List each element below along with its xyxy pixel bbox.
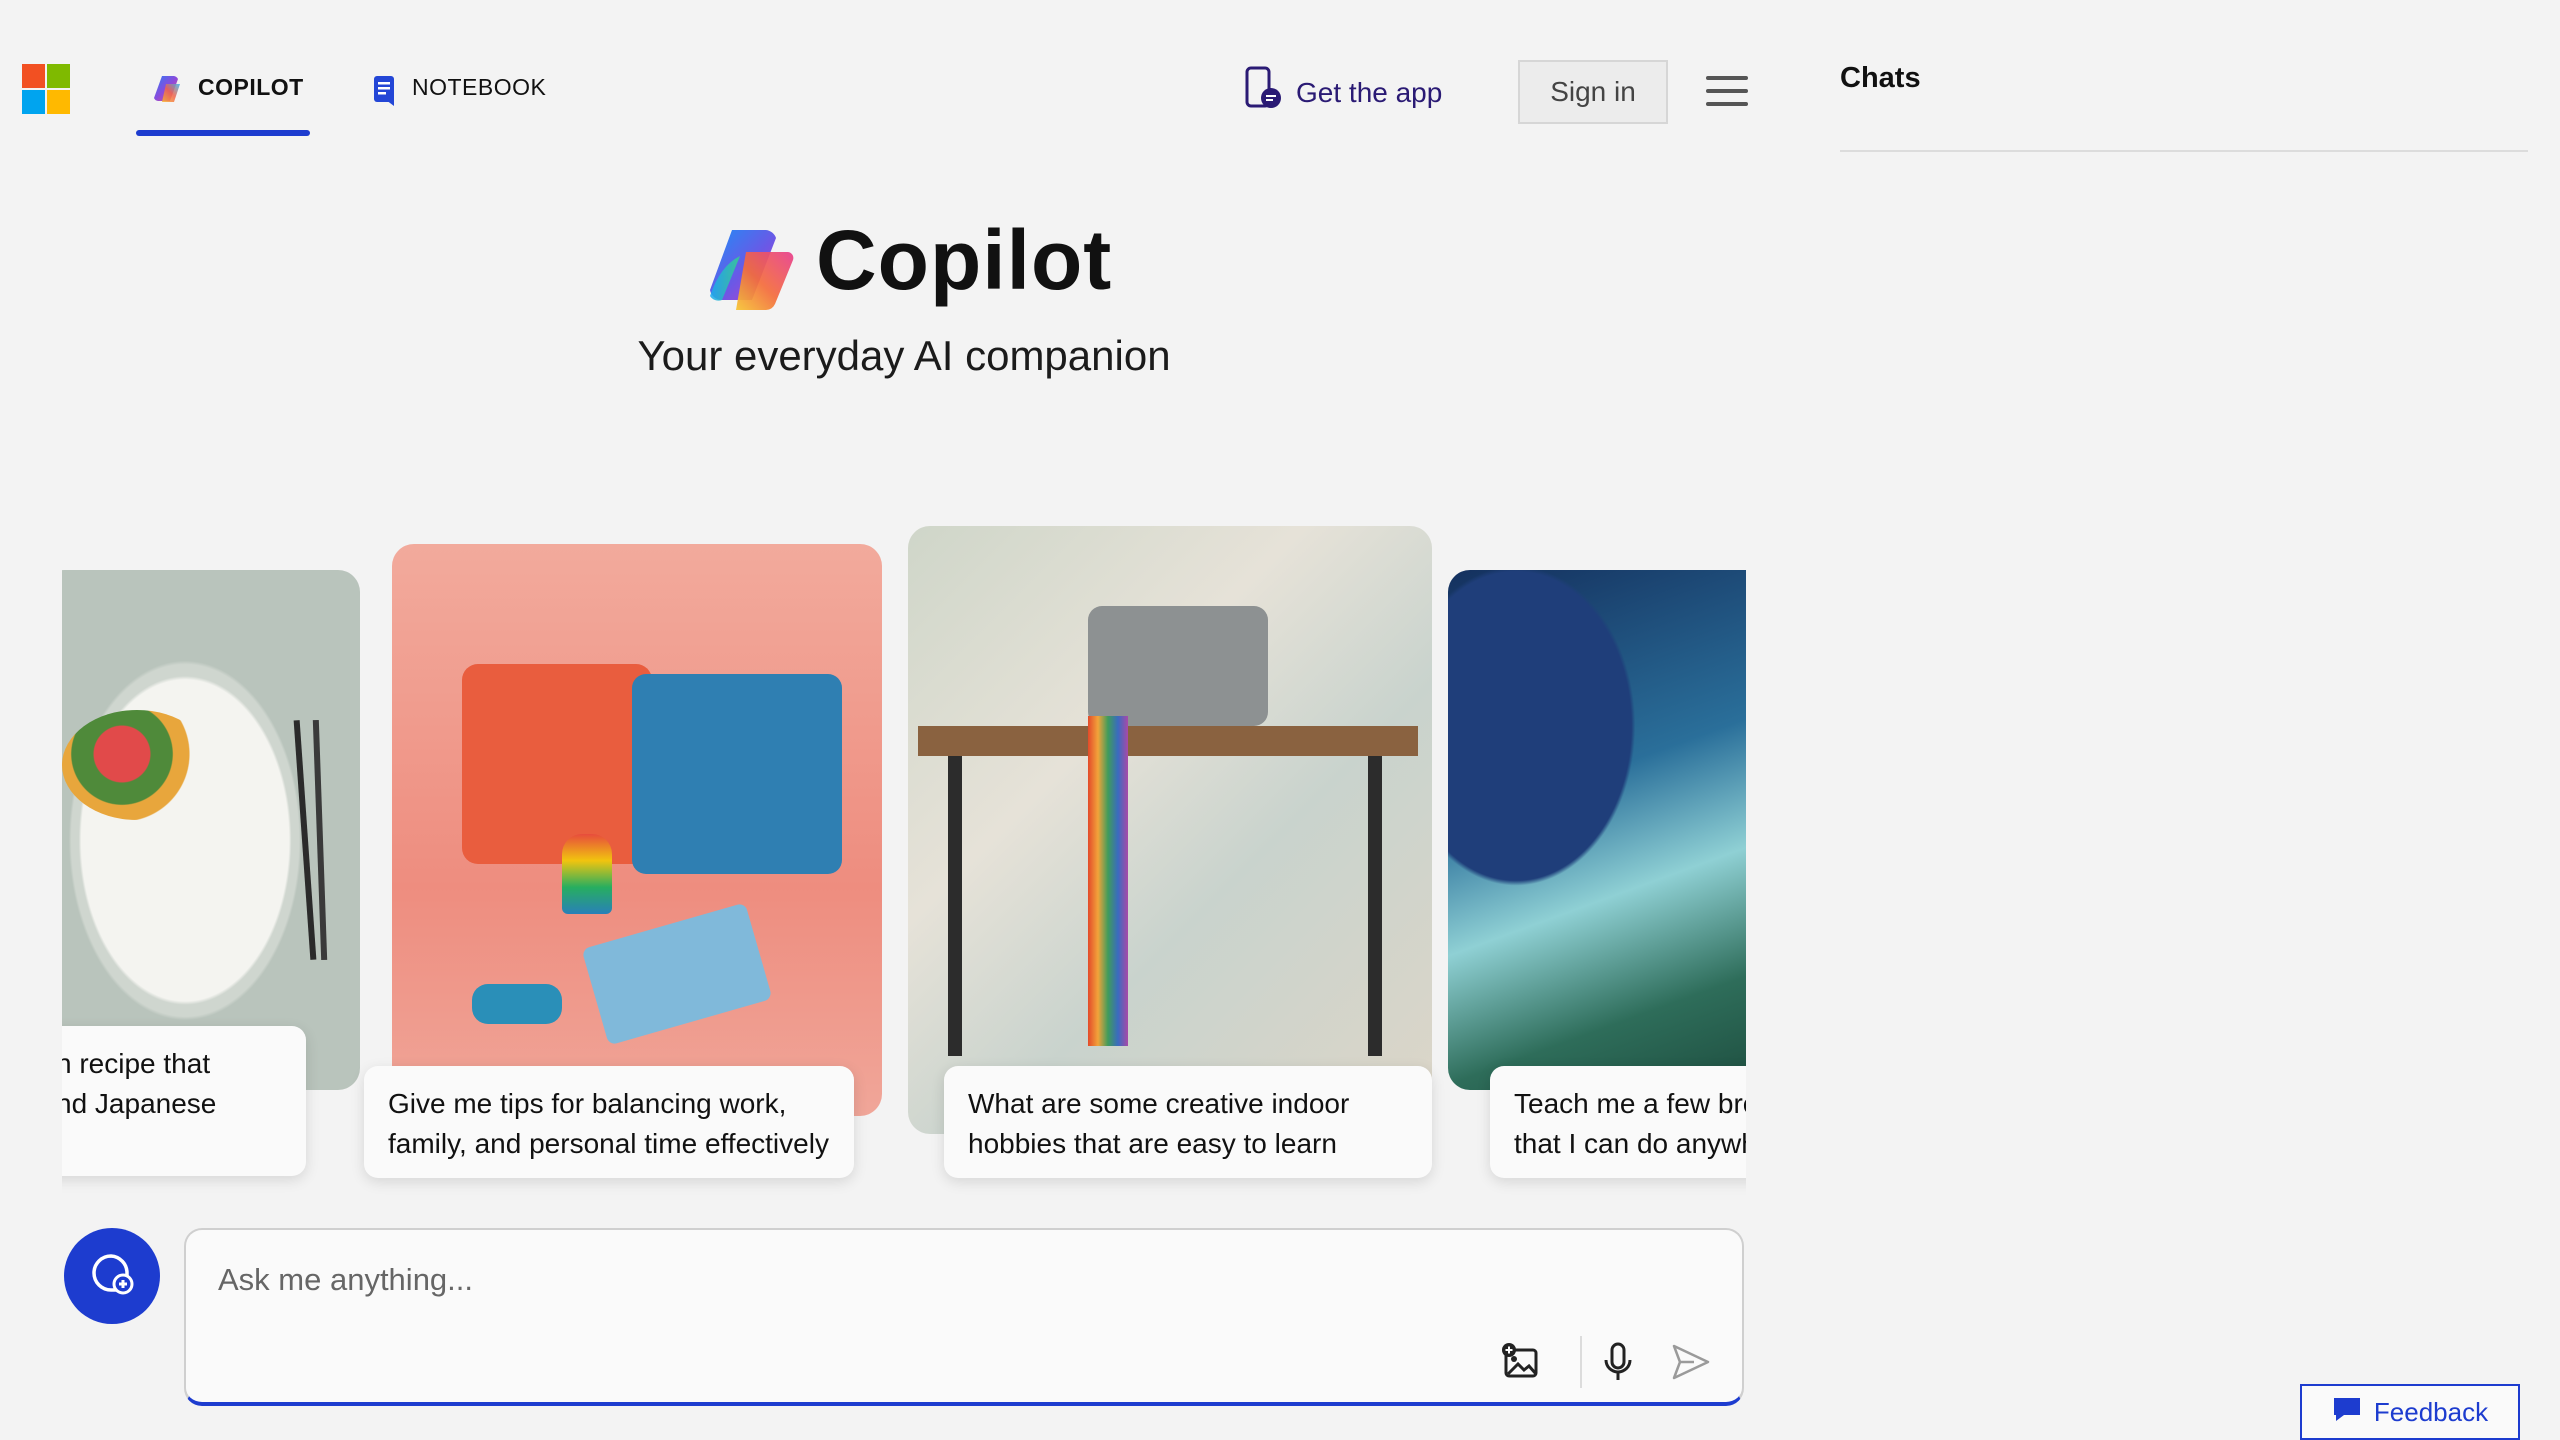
chats-divider (1840, 150, 2528, 152)
suggestion-caption: What are some creative indoor hobbies th… (944, 1066, 1432, 1178)
sign-in-button[interactable]: Sign in (1518, 60, 1668, 124)
toolbar-divider (1580, 1336, 1582, 1388)
logo-square-red (22, 64, 45, 88)
tab-notebook-label: NOTEBOOK (412, 74, 547, 100)
add-image-icon[interactable] (1500, 1340, 1544, 1384)
ask-input[interactable] (216, 1252, 1516, 1308)
get-the-app-label: Get the app (1296, 76, 1443, 108)
logo-square-yellow (47, 90, 70, 114)
hero-title: Copilot (816, 213, 1113, 307)
phone-chat-icon (1244, 66, 1282, 119)
chats-panel-title: Chats (1840, 62, 1921, 94)
feedback-label: Feedback (2373, 1396, 2489, 1427)
copilot-icon (152, 74, 184, 104)
food-plate-image (62, 570, 360, 1090)
notebook-icon (372, 74, 398, 108)
feedback-button[interactable]: Feedback (2300, 1384, 2520, 1440)
chat-composer (184, 1228, 1744, 1406)
menu-icon[interactable] (1706, 76, 1748, 108)
get-the-app-link[interactable]: Get the app (1244, 66, 1442, 119)
active-tab-indicator (136, 130, 310, 136)
sewing-machine-image (908, 526, 1432, 1134)
logo-square-blue (22, 90, 45, 114)
suggestion-caption: Teach me a few bre that I can do anywh (1490, 1066, 1746, 1178)
send-icon[interactable] (1668, 1340, 1712, 1384)
hero-subtitle: Your everyday AI companion (637, 332, 1171, 379)
waves-image (1448, 570, 1746, 1090)
suggestion-caption: n recipe that nd Japanese (62, 1026, 306, 1176)
new-chat-icon (89, 1252, 135, 1301)
microsoft-logo[interactable] (22, 64, 70, 114)
tab-copilot[interactable]: COPILOT (136, 74, 310, 136)
copilot-logo-icon (706, 226, 796, 310)
tab-copilot-label: COPILOT (198, 74, 304, 100)
microphone-icon[interactable] (1596, 1340, 1640, 1384)
briefcase-toys-image (392, 544, 882, 1116)
feedback-icon (2332, 1395, 2362, 1430)
suggestion-carousel: n recipe that nd Japanese Give me tips f… (62, 500, 1746, 1220)
suggestion-caption: Give me tips for balancing work, family,… (364, 1066, 854, 1178)
new-topic-button[interactable] (64, 1228, 160, 1324)
logo-square-green (47, 64, 70, 88)
tab-notebook[interactable]: NOTEBOOK (372, 74, 562, 136)
